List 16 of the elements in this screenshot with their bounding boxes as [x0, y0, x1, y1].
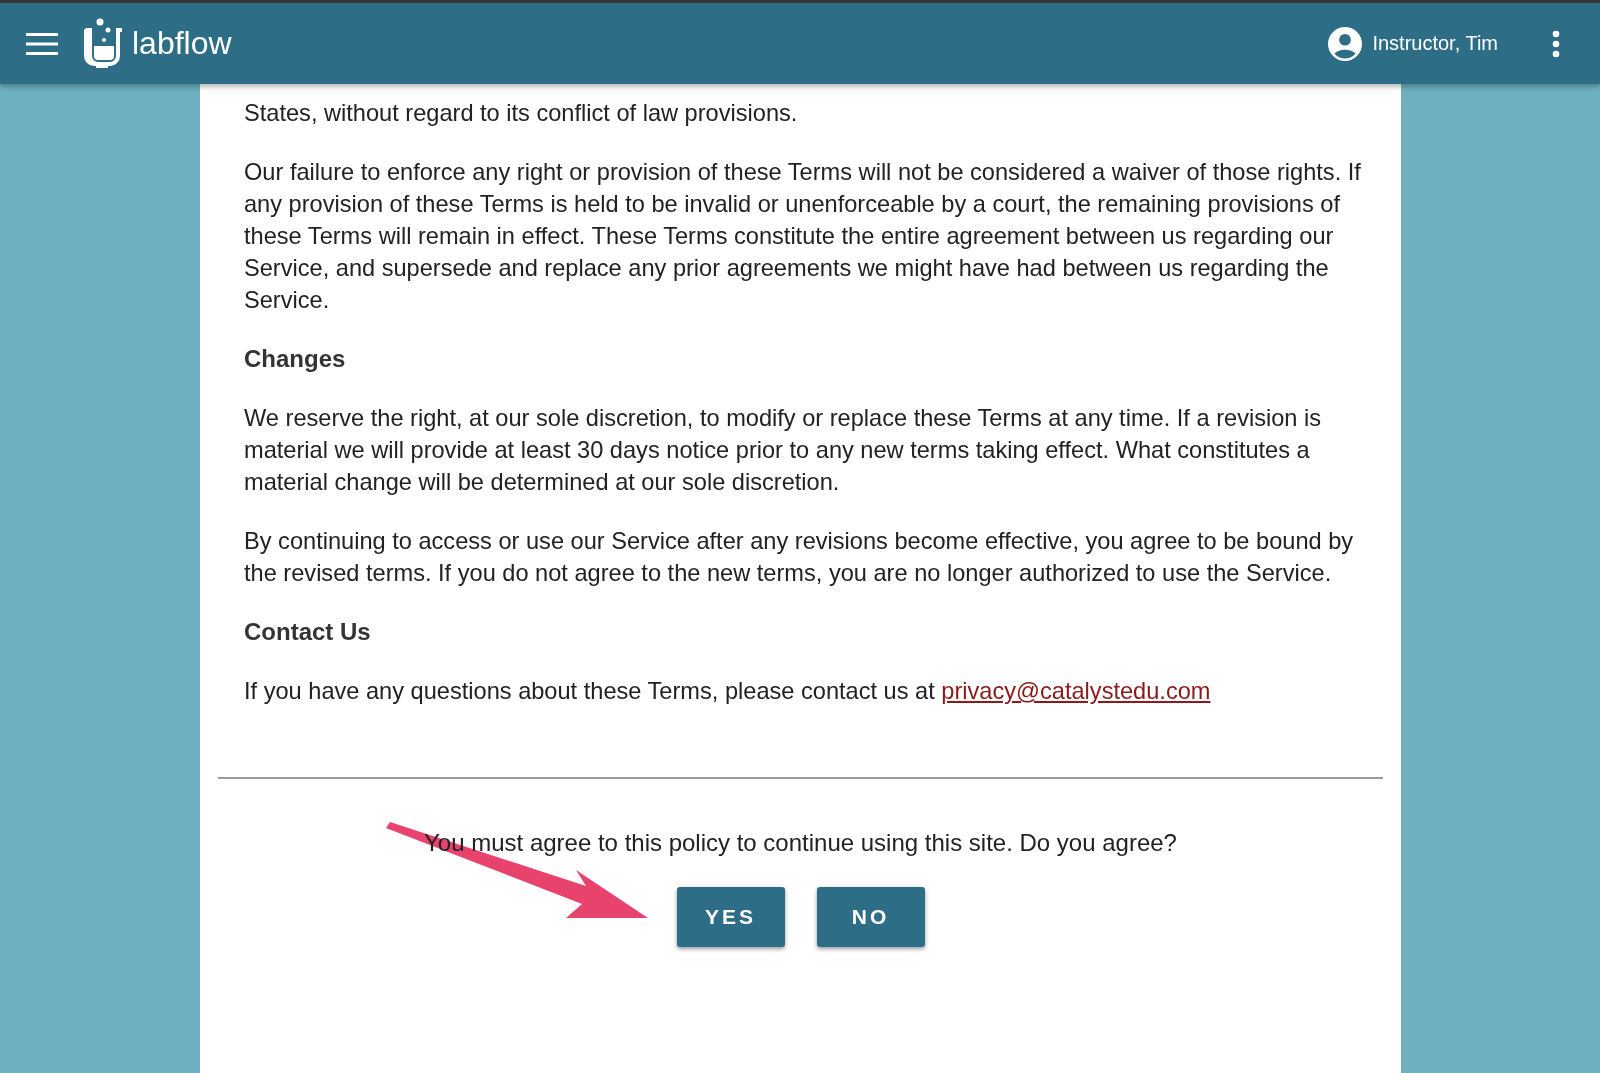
user-name[interactable]: Instructor, Tim: [1372, 32, 1498, 55]
answer-button[interactable]: YES: [676, 887, 785, 947]
section-heading: Contact Us: [244, 617, 372, 647]
menu-icon[interactable]: [26, 32, 58, 55]
answer-button[interactable]: NO: [816, 887, 925, 947]
terms-paragraph: We reserve the right, at our sole discretion, to modify or replace these Terms at any time. If a revision is material we will provide at least 30 days notice prior to any new terms taking effect. What constitutes a material change will be determined at our sole discretion.: [244, 404, 1323, 497]
section-heading: Changes: [244, 344, 347, 374]
terms-paragraph: Our failure to enforce any right or provision of these Terms will not be considered a waiver of those rights. If any provision of these Terms is held to be invalid or unenforceable by a court, the remaining provisions of these Terms will remain in effect. These Terms constitute the entire agreement between us regarding our Service, and supersede and replace any prior agreements we might have had between us regarding the Service.: [244, 158, 1361, 315]
terms-paragraph: States, without regard to its conflict of law provisions.: [244, 99, 799, 128]
brand-name: labflow: [132, 25, 232, 62]
contact-paragraph: If you have any questions about these Terms, please contact us at privacy@catalystedu.com: [244, 677, 1212, 706]
user-avatar-icon[interactable]: [1328, 26, 1363, 61]
terms-paragraph: By continuing to access or use our Service after any revisions become effective, you agree to be bound by the revised terms. If you do not agree to the new terms, you are no longer authorized to use the Service.: [244, 527, 1355, 588]
more-options-icon[interactable]: [1552, 29, 1560, 58]
email-link[interactable]: privacy@catalystedu.com: [941, 678, 1211, 704]
beaker-logo-icon: [84, 17, 124, 70]
